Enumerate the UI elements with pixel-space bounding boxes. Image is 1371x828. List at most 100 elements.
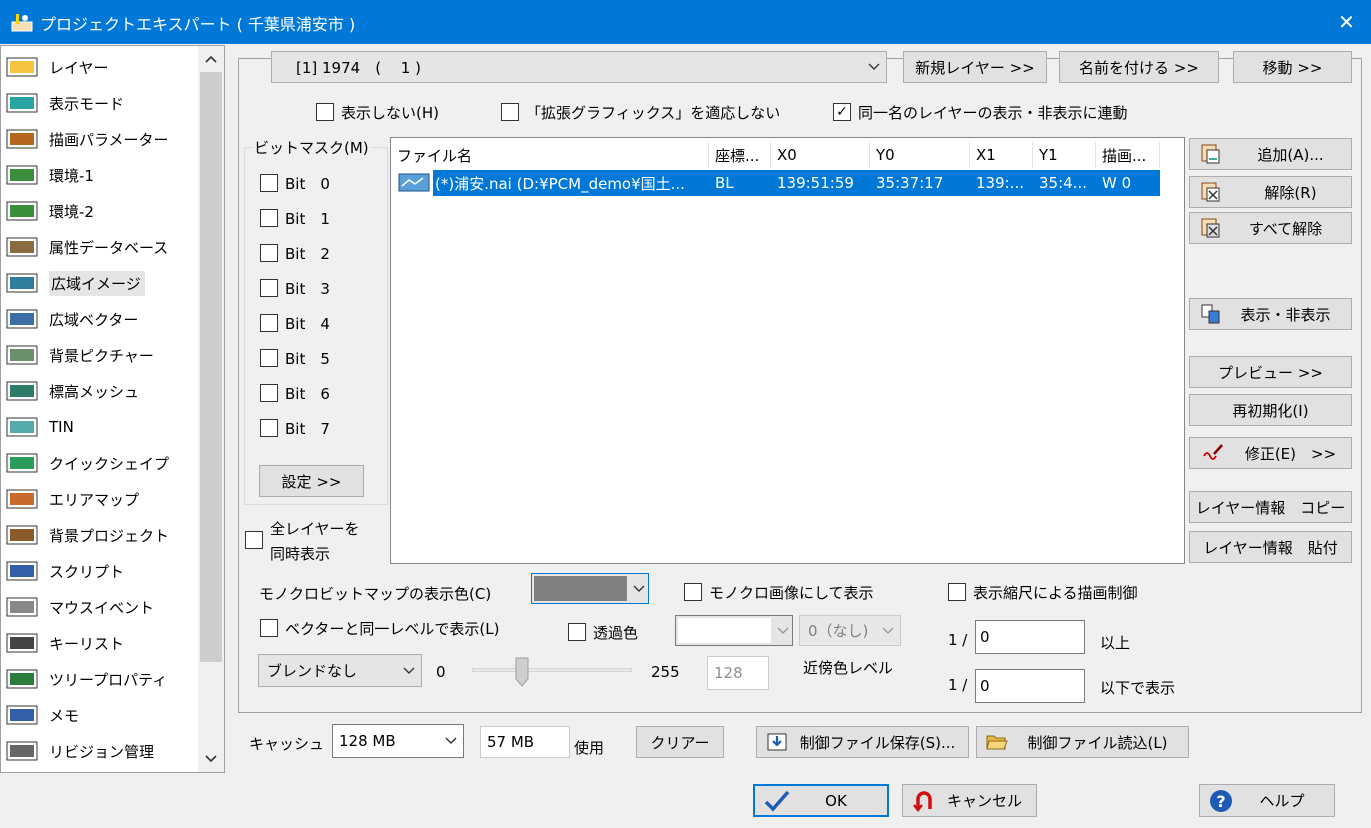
bit-checkbox[interactable]	[260, 174, 278, 192]
folder-open-icon	[986, 735, 1008, 750]
scale-min-input[interactable]: 0	[975, 620, 1085, 654]
add-file-icon	[1201, 144, 1220, 164]
bit-checkbox[interactable]	[260, 279, 278, 297]
sidebar-item[interactable]: TIN	[5, 412, 74, 442]
near-color-label: 近傍色レベル	[803, 659, 894, 677]
sidebar-item[interactable]: 属性データベース	[5, 232, 168, 262]
sidebar-item[interactable]: エリアマップ	[5, 484, 139, 514]
scroll-up-button[interactable]	[198, 46, 224, 72]
sidebar-item[interactable]: 広域ベクター	[5, 304, 138, 334]
column-header[interactable]: ファイル名	[391, 142, 709, 168]
help-button[interactable]: ? ヘルプ	[1199, 784, 1335, 817]
sync-same-name-checkbox[interactable]: ✓	[833, 103, 851, 121]
copy-layer-info-button[interactable]: レイヤー情報 コピー	[1189, 491, 1352, 523]
chevron-down-icon	[445, 737, 457, 744]
near-color-select[interactable]: 0（なし)	[799, 615, 901, 646]
sidebar-item[interactable]: 環境-2	[5, 196, 94, 226]
sidebar-item[interactable]: リビジョン管理	[5, 736, 154, 766]
sidebar-item[interactable]: 標高メッシュ	[5, 376, 139, 406]
column-header[interactable]: 描画...	[1096, 142, 1160, 168]
sidebar-item[interactable]: メモ	[5, 700, 79, 730]
sidebar-item-label: マウスイベント	[49, 598, 155, 617]
modify-button[interactable]: 修正(E) >>	[1189, 437, 1352, 469]
sidebar-item-label: クイックシェイプ	[49, 454, 170, 473]
background-picture-icon	[5, 343, 41, 367]
blend-slider-thumb[interactable]	[515, 657, 529, 687]
layer-file-table[interactable]: ファイル名 座標... X0 Y0 X1 Y1 描画... (*)浦安.nai (D:¥PCM…	[390, 137, 1185, 564]
blend-slider[interactable]	[472, 668, 632, 672]
reinit-button[interactable]: 再初期化(I)	[1189, 394, 1352, 426]
column-header[interactable]: Y0	[870, 142, 970, 168]
scale-max-input[interactable]: 0	[975, 669, 1085, 703]
sidebar-item[interactable]: クイックシェイプ	[5, 448, 169, 478]
load-control-file-button[interactable]: 制御ファイル読込(L)	[976, 726, 1189, 758]
all-layers-label-1: 全レイヤーを	[270, 520, 360, 538]
remove-button[interactable]: 解除(R)	[1189, 176, 1352, 208]
transparent-color-picker[interactable]	[675, 615, 793, 646]
table-cell: 139:51:59	[777, 174, 854, 192]
bit-checkbox[interactable]	[260, 419, 278, 437]
ok-button[interactable]: OK	[753, 784, 889, 817]
sidebar-item[interactable]: ツリープロパティ	[5, 664, 167, 694]
sidebar-item[interactable]: レイヤー	[5, 52, 109, 82]
sidebar-item[interactable]: 環境-1	[5, 160, 94, 190]
sidebar-item[interactable]: 描画パラメーター	[5, 124, 169, 154]
cache-used-label: 使用	[574, 739, 605, 757]
window-title: プロジェクトエキスパート ( 千葉県浦安市 )	[40, 15, 356, 34]
new-layer-button[interactable]: 新規レイヤー >>	[903, 51, 1047, 83]
scale-suffix-2: 以下で表示	[1100, 679, 1176, 697]
sidebar-item[interactable]: 表示モード	[5, 88, 124, 118]
wide-image-icon	[5, 271, 41, 295]
add-button[interactable]: 追加(A)...	[1189, 138, 1352, 170]
column-header[interactable]: 座標...	[709, 142, 771, 168]
memo-icon	[5, 703, 41, 727]
hide-checkbox[interactable]	[316, 103, 334, 121]
scale-control-checkbox[interactable]	[948, 583, 966, 601]
mono-color-picker[interactable]	[531, 573, 649, 604]
sidebar-item[interactable]: スクリプト	[5, 556, 124, 586]
bit-checkbox[interactable]	[260, 349, 278, 367]
cache-clear-button[interactable]: クリアー	[636, 726, 724, 758]
scroll-down-button[interactable]	[198, 746, 224, 772]
rename-button[interactable]: 名前を付ける >>	[1059, 51, 1219, 83]
no-ext-graphics-checkbox[interactable]	[501, 103, 519, 121]
toggle-visibility-icon	[1201, 304, 1220, 324]
bit-label: Bit 4	[285, 315, 330, 333]
title-bar: プロジェクトエキスパート ( 千葉県浦安市 ) ✕	[0, 0, 1371, 44]
transparent-checkbox[interactable]	[568, 623, 586, 641]
sidebar-item[interactable]: キーリスト	[5, 628, 124, 658]
bit-checkbox[interactable]	[260, 384, 278, 402]
close-button[interactable]: ✕	[1322, 0, 1371, 44]
vector-level-checkbox[interactable]	[260, 619, 278, 637]
blend-select[interactable]: ブレンドなし	[258, 654, 422, 687]
cancel-button[interactable]: キャンセル	[902, 784, 1037, 817]
paste-layer-info-button[interactable]: レイヤー情報 貼付	[1189, 531, 1352, 563]
toggle-visibility-button[interactable]: 表示・非表示	[1189, 298, 1352, 330]
column-header[interactable]: X0	[771, 142, 870, 168]
sidebar-item[interactable]: 背景ピクチャー	[5, 340, 154, 370]
layer-select[interactable]: [1] 1974 ( 1 )	[271, 51, 887, 83]
remove-all-button[interactable]: すべて解除	[1189, 212, 1352, 244]
bitmask-set-button[interactable]: 設定 >>	[259, 465, 364, 497]
cache-size-select[interactable]: 128 MB	[332, 724, 464, 758]
blend-max: 255	[651, 663, 680, 681]
sidebar-item[interactable]: 広域イメージ	[5, 268, 145, 298]
bit-checkbox[interactable]	[260, 244, 278, 262]
bit-checkbox[interactable]	[260, 209, 278, 227]
bit-checkbox[interactable]	[260, 314, 278, 332]
move-button[interactable]: 移動 >>	[1233, 51, 1352, 83]
table-row[interactable]: (*)浦安.nai (D:¥PCM_demo¥国土... BL 139:51:59 3…	[433, 170, 1160, 196]
table-cell: W 0	[1102, 174, 1132, 192]
sidebar-item[interactable]: 背景プロジェクト	[5, 520, 169, 550]
column-header[interactable]: Y1	[1033, 142, 1096, 168]
sidebar-item[interactable]: マウスイベント	[5, 592, 154, 622]
save-control-file-button[interactable]: 制御ファイル保存(S)...	[756, 726, 969, 758]
preview-button[interactable]: プレビュー >>	[1189, 356, 1352, 388]
column-header[interactable]: X1	[970, 142, 1033, 168]
all-layers-checkbox[interactable]	[245, 531, 263, 549]
vector-level-label: ベクターと同一レベルで表示(L)	[285, 620, 500, 638]
scrollbar-thumb[interactable]	[200, 72, 222, 662]
mono-image-checkbox[interactable]	[684, 583, 702, 601]
sidebar-item-label: エリアマップ	[49, 490, 140, 509]
blend-value-field[interactable]: 128	[707, 656, 769, 690]
